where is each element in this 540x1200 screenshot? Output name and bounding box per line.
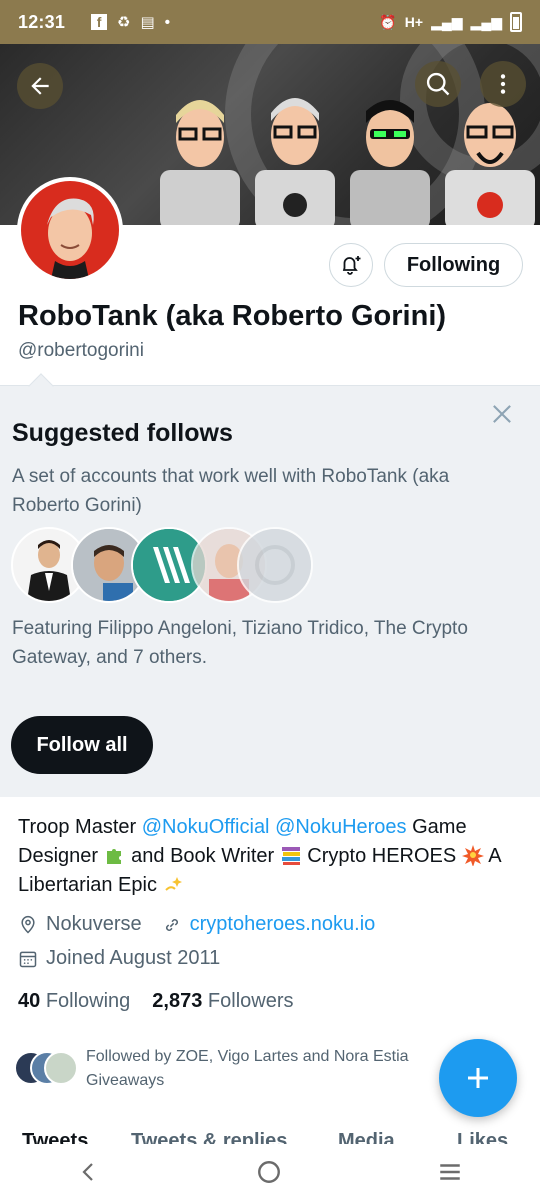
profile-follow-counts: 40 Following 2,873 Followers: [18, 990, 294, 1013]
arrow-left-icon: [31, 77, 49, 95]
search-icon: [426, 72, 450, 96]
status-system-icons: ⏰ H+ ▂▄▆ ▂▄▆: [379, 12, 522, 32]
more-options-button[interactable]: [480, 61, 526, 107]
profile-website-link[interactable]: cryptoheroes.noku.io: [190, 913, 376, 936]
suggested-avatar: [237, 527, 313, 603]
puzzle-emoji-icon: [106, 849, 121, 864]
suggested-follows-title: Suggested follows: [12, 419, 233, 447]
back-nav-icon[interactable]: [77, 1160, 101, 1184]
suggested-follows-description: A set of accounts that work well with Ro…: [12, 466, 450, 516]
network-type: H+: [404, 14, 424, 30]
profile-handle: @robertogorini: [18, 340, 144, 361]
followed-by-line1: Followed by ZOE, Vigo Lartes and Nora Es…: [86, 1048, 409, 1065]
collision-emoji-icon: [461, 845, 484, 866]
profile-location: Nokuverse: [46, 913, 142, 935]
compose-plus-icon: [468, 1068, 488, 1088]
avatar-image: [21, 181, 119, 279]
home-nav-icon[interactable]: [256, 1159, 282, 1185]
profile-bio: Troop Master @NokuOfficial @NokuHeroes G…: [18, 813, 518, 900]
profile-joined-date: Joined August 2011: [46, 947, 221, 969]
notification-bell-add-icon: [342, 256, 361, 275]
search-button[interactable]: [415, 61, 461, 107]
location-pin-icon: [21, 915, 35, 934]
status-notification-icons: f ♻ ▤ •: [91, 13, 170, 31]
following-count-label: Following: [45, 990, 131, 1012]
sync-icon: ♻: [117, 14, 131, 31]
sim-icon: ▤: [140, 14, 155, 31]
signal-icon: ▂▄▆: [470, 13, 502, 30]
back-button[interactable]: [17, 63, 63, 109]
alarm-icon: ⏰: [379, 13, 397, 30]
system-navigation-bar: [0, 1144, 540, 1200]
followed-by-line2: Giveaways: [86, 1072, 165, 1089]
followed-by-avatar: [44, 1051, 78, 1085]
banner-heroes-illustration: [160, 98, 535, 225]
followers-count: 2,873: [152, 990, 203, 1012]
following-count-link[interactable]: 40 Following: [18, 990, 130, 1013]
following-count: 40: [18, 990, 41, 1012]
recents-nav-icon[interactable]: [437, 1159, 463, 1185]
profile-display-name: RoboTank (aka Roberto Gorini): [18, 300, 447, 332]
signal-icon: ▂▄▆: [431, 13, 463, 30]
facebook-icon: f: [91, 14, 108, 30]
bio-text: Crypto HEROES: [301, 845, 462, 867]
profile-joined-row: Joined August 2011: [18, 947, 220, 970]
follow-all-button[interactable]: Follow all: [11, 716, 153, 774]
followed-by-avatars: [14, 1051, 78, 1087]
books-emoji-icon: [281, 847, 300, 865]
calendar-icon: [19, 951, 37, 967]
bio-mention-link[interactable]: @NokuHeroes: [275, 816, 406, 838]
close-suggestions-button[interactable]: [488, 400, 516, 428]
status-bar: 12:31 f ♻ ▤ • ⏰ H+ ▂▄▆ ▂▄▆: [0, 0, 540, 44]
notification-bell-button[interactable]: [329, 243, 373, 287]
battery-icon: [510, 12, 522, 32]
profile-meta-row: Nokuverse cryptoheroes.noku.io: [18, 913, 375, 936]
suggested-featuring-text: Featuring Filippo Angeloni, Tiziano Trid…: [12, 618, 468, 668]
dizzy-emoji-icon: [164, 877, 182, 891]
bio-text: Troop Master: [18, 816, 142, 838]
close-icon: [493, 405, 511, 423]
status-time: 12:31: [18, 11, 66, 32]
more-vertical-icon: [500, 74, 506, 94]
profile-avatar[interactable]: [17, 177, 123, 283]
bio-mention-link[interactable]: @NokuOfficial: [142, 816, 270, 838]
dot-icon: •: [164, 13, 170, 31]
following-button[interactable]: Following: [384, 243, 523, 287]
followers-count-label: Followers: [207, 990, 294, 1012]
suggested-avatars[interactable]: [11, 527, 313, 605]
link-icon: [165, 918, 178, 931]
bio-text: and Book Writer: [125, 845, 280, 867]
followers-count-link[interactable]: 2,873 Followers: [152, 990, 293, 1013]
compose-tweet-button[interactable]: [439, 1039, 517, 1117]
